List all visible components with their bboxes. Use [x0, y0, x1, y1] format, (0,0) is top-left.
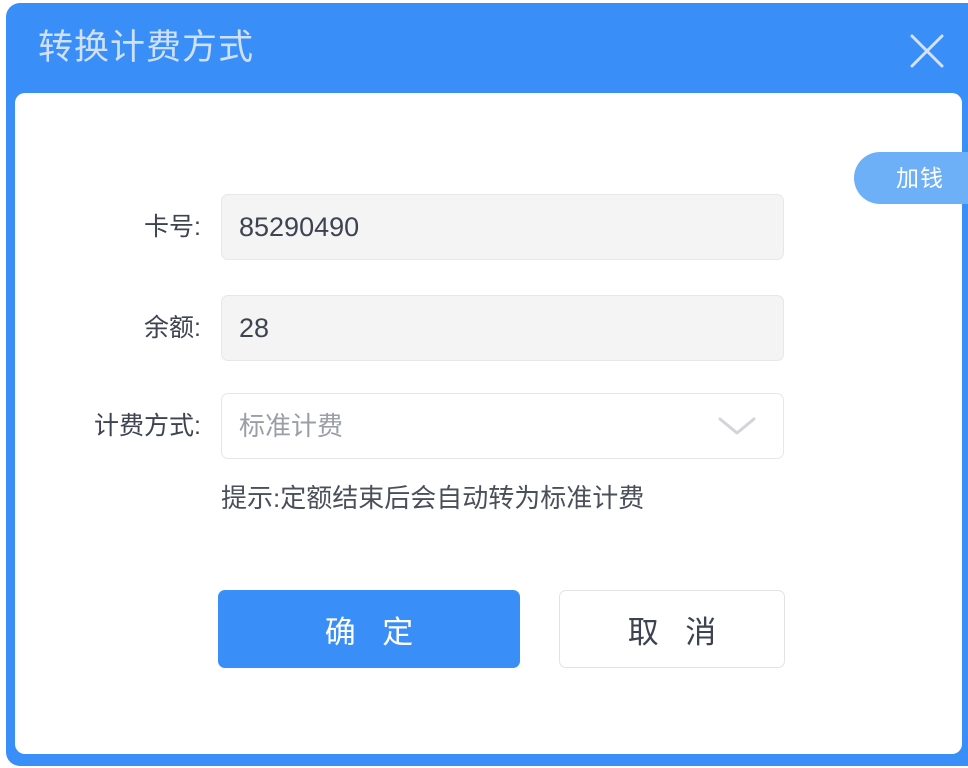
- card-number-label: 卡号:: [144, 213, 201, 241]
- billing-method-label: 计费方式:: [94, 412, 201, 440]
- billing-method-select[interactable]: 标准计费: [221, 393, 784, 459]
- card-number-value: 85290490: [239, 212, 360, 242]
- form-row-balance: 余额: 28: [15, 295, 962, 361]
- billing-method-value: 标准计费: [239, 411, 344, 441]
- form-row-card-number: 卡号: 85290490: [15, 194, 962, 260]
- dialog-content-panel: 加钱 卡号: 85290490 余额: 28 计费方式: 标准计费 提示:定额结…: [15, 93, 968, 754]
- balance-value: 28: [239, 313, 270, 343]
- page-title: 转换计费方式: [38, 28, 255, 67]
- confirm-button[interactable]: 确 定: [218, 590, 520, 668]
- dialog-title-bar: 转换计费方式: [6, 3, 955, 93]
- balance-input[interactable]: 28: [221, 295, 784, 361]
- card-number-input[interactable]: 85290490: [221, 194, 784, 260]
- chevron-down-icon[interactable]: [715, 414, 759, 438]
- add-money-label: 加钱: [896, 165, 944, 191]
- cancel-button[interactable]: 取 消: [559, 590, 785, 668]
- close-button[interactable]: [904, 28, 950, 74]
- dialog-window: 转换计费方式 加钱 卡号: 85290490 余额: 28 计费方式: 标准计费…: [6, 3, 968, 766]
- form-row-billing-method: 计费方式: 标准计费: [15, 393, 962, 459]
- close-x-icon: [904, 28, 950, 74]
- hint-text: 提示:定额结束后会自动转为标准计费: [221, 483, 645, 513]
- balance-label: 余额:: [144, 314, 201, 342]
